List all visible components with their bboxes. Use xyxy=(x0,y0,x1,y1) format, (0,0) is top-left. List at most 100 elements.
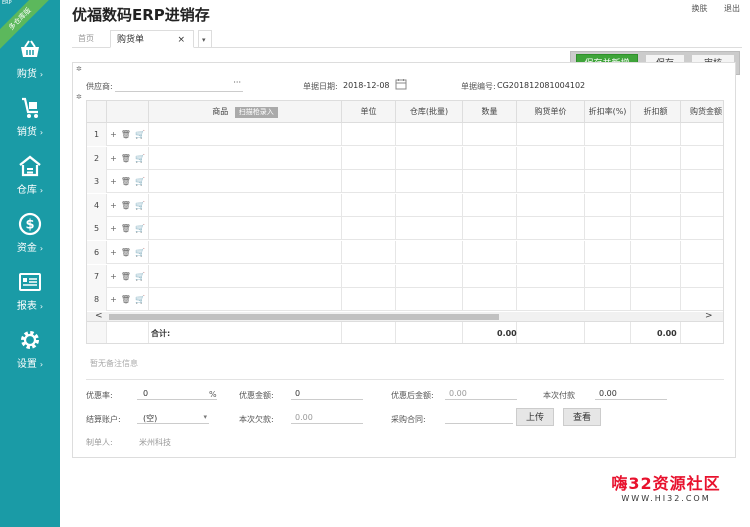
delete-row-icon[interactable]: 🗑 xyxy=(121,295,131,304)
grid-cell[interactable] xyxy=(631,264,681,288)
tab-dropdown-icon[interactable]: ▾ xyxy=(198,30,212,48)
grid-cell[interactable] xyxy=(517,170,585,194)
grid-cell[interactable] xyxy=(631,193,681,217)
sidebar-item-settings[interactable]: 设置 › xyxy=(0,328,60,386)
grid-cell[interactable] xyxy=(585,288,631,312)
grid-cell[interactable] xyxy=(396,146,463,170)
grid-cell[interactable] xyxy=(517,288,585,312)
grid-cell[interactable] xyxy=(585,170,631,194)
grid-cell[interactable] xyxy=(342,123,396,146)
add-row-icon[interactable]: + xyxy=(110,295,117,304)
grid-cell[interactable] xyxy=(681,147,723,170)
grid-cell[interactable] xyxy=(149,288,342,312)
grid-cell[interactable] xyxy=(342,146,396,170)
grid-cell[interactable] xyxy=(149,193,342,217)
grid-cell[interactable] xyxy=(517,217,585,241)
grid-cell[interactable] xyxy=(463,146,517,170)
date-value[interactable]: 2018-12-08 xyxy=(343,81,390,90)
sidebar-item-purchase[interactable]: 购货 › xyxy=(0,38,60,96)
grid-cell[interactable] xyxy=(342,288,396,312)
delete-row-icon[interactable]: 🗑 xyxy=(121,130,131,139)
logout-link[interactable]: 退出 xyxy=(724,4,740,13)
grid-cell[interactable] xyxy=(631,217,681,241)
contract-input[interactable] xyxy=(445,410,513,424)
row-actions[interactable]: + 🗑 🛒 xyxy=(107,146,149,170)
grid-cell[interactable] xyxy=(342,217,396,241)
upload-button[interactable]: 上传 xyxy=(516,408,554,426)
tab-purchase-order[interactable]: 购货单 × xyxy=(110,30,194,48)
account-select[interactable]: (空) ▾ xyxy=(137,410,209,424)
memo-field[interactable]: 暂无备注信息 xyxy=(90,358,138,369)
calendar-icon[interactable] xyxy=(395,78,407,90)
row-actions[interactable]: + 🗑 🛒 xyxy=(107,264,149,288)
this-payment-input[interactable]: 0.00 xyxy=(595,386,667,400)
grid-cell[interactable] xyxy=(396,217,463,241)
delete-row-icon[interactable]: 🗑 xyxy=(121,272,131,281)
supplier-input[interactable]: ··· xyxy=(115,78,243,92)
grid-cell[interactable] xyxy=(585,146,631,170)
grid-cell[interactable] xyxy=(342,264,396,288)
add-row-icon[interactable]: + xyxy=(110,177,117,186)
grid-cell[interactable] xyxy=(342,170,396,194)
close-icon[interactable]: × xyxy=(177,31,185,49)
delete-row-icon[interactable]: 🗑 xyxy=(121,177,131,186)
cart-icon[interactable]: 🛒 xyxy=(135,154,145,163)
add-row-icon[interactable]: + xyxy=(110,224,117,233)
grid-cell[interactable] xyxy=(631,241,681,264)
grid-cell[interactable] xyxy=(149,264,342,288)
cart-icon[interactable]: 🛒 xyxy=(135,130,145,139)
delete-row-icon[interactable]: 🗑 xyxy=(121,154,131,163)
grid-cell[interactable] xyxy=(631,288,681,312)
grid-cell[interactable] xyxy=(463,217,517,241)
row-actions[interactable]: + 🗑 🛒 xyxy=(107,123,149,146)
settings-small-icon[interactable]: ✲ xyxy=(76,65,82,73)
grid-cell[interactable] xyxy=(463,170,517,194)
grid-cell[interactable] xyxy=(517,123,585,146)
sidebar-item-sales[interactable]: 销货 › xyxy=(0,96,60,154)
grid-cell[interactable] xyxy=(396,288,463,312)
grid-cell[interactable] xyxy=(681,170,723,193)
cart-icon[interactable]: 🛒 xyxy=(135,224,145,233)
cart-icon[interactable]: 🛒 xyxy=(135,201,145,210)
delete-row-icon[interactable]: 🗑 xyxy=(121,248,131,257)
grid-cell[interactable] xyxy=(149,170,342,194)
row-actions[interactable]: + 🗑 🛒 xyxy=(107,217,149,241)
grid-cell[interactable] xyxy=(631,146,681,170)
grid-cell[interactable] xyxy=(681,265,723,288)
scroll-thumb[interactable] xyxy=(109,314,499,320)
cart-icon[interactable]: 🛒 xyxy=(135,272,145,281)
grid-cell[interactable] xyxy=(517,264,585,288)
grid-cell[interactable] xyxy=(149,217,342,241)
grid-cell[interactable] xyxy=(463,241,517,264)
row-actions[interactable]: + 🗑 🛒 xyxy=(107,288,149,312)
add-row-icon[interactable]: + xyxy=(110,248,117,257)
supplier-picker-icon[interactable]: ··· xyxy=(233,78,241,87)
grid-cell[interactable] xyxy=(463,193,517,217)
scan-entry-button[interactable]: 扫描枪录入 xyxy=(234,107,278,118)
grid-cell[interactable] xyxy=(517,193,585,217)
grid-settings-icon[interactable]: ✲ xyxy=(76,93,82,101)
row-actions[interactable]: + 🗑 🛒 xyxy=(107,170,149,194)
grid-cell[interactable] xyxy=(585,241,631,264)
grid-cell[interactable] xyxy=(681,241,723,264)
row-actions[interactable]: + 🗑 🛒 xyxy=(107,241,149,264)
grid-cell[interactable] xyxy=(396,241,463,264)
view-button[interactable]: 查看 xyxy=(563,408,601,426)
grid-cell[interactable] xyxy=(585,217,631,241)
grid-cell[interactable] xyxy=(396,170,463,194)
discount-amount-input[interactable]: 0 xyxy=(291,386,363,400)
grid-cell[interactable] xyxy=(681,217,723,240)
delete-row-icon[interactable]: 🗑 xyxy=(121,201,131,210)
grid-cell[interactable] xyxy=(149,146,342,170)
grid-cell[interactable] xyxy=(681,123,723,146)
grid-cell[interactable] xyxy=(149,241,342,264)
grid-cell[interactable] xyxy=(396,123,463,146)
grid-cell[interactable] xyxy=(681,288,723,311)
add-row-icon[interactable]: + xyxy=(110,130,117,139)
grid-cell[interactable] xyxy=(463,288,517,312)
grid-cell[interactable] xyxy=(631,123,681,146)
grid-cell[interactable] xyxy=(149,123,342,146)
cart-icon[interactable]: 🛒 xyxy=(135,295,145,304)
sidebar-item-reports[interactable]: 报表 › xyxy=(0,270,60,328)
sidebar-item-funds[interactable]: $ 资金 › xyxy=(0,212,60,270)
